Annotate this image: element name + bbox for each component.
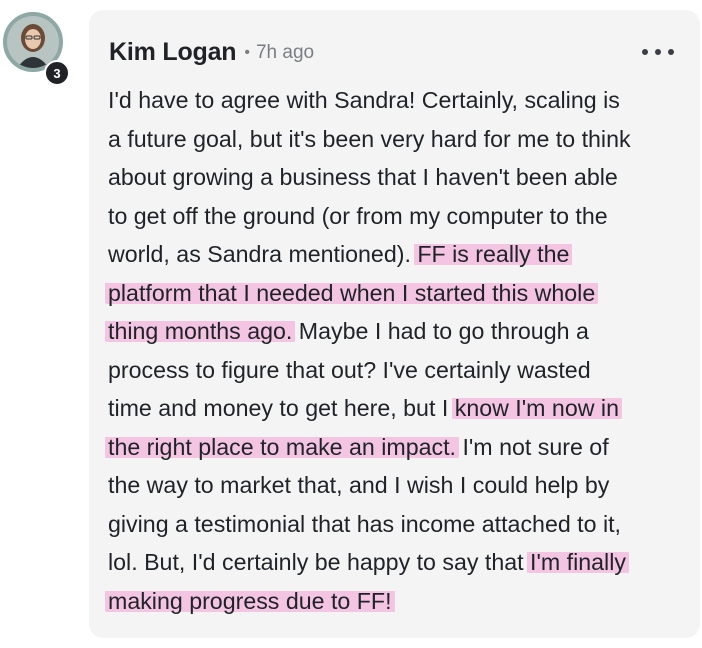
- highlighted-text: the right place to make an impact.: [105, 433, 459, 460]
- comment-text: giving a testimonial that has income att…: [108, 510, 621, 537]
- comment-text: to get off the ground (or from my comput…: [108, 202, 608, 229]
- comment-text: the way to market that, and I wish I cou…: [108, 472, 610, 498]
- comment-text: time and money to get here, but I: [108, 395, 455, 421]
- comment-line: the right place to make an impact. I'm n…: [105, 428, 700, 467]
- comment-header: Kim Logan • 7h ago: [109, 38, 314, 67]
- comment-text: about growing a business that I haven't …: [108, 164, 618, 190]
- comment-line: to get off the ground (or from my comput…: [108, 197, 700, 236]
- highlighted-text: making progress due to FF!: [105, 587, 395, 614]
- comment-line: process to figure that out? I've certain…: [108, 351, 700, 390]
- comment-text: a future goal, but it's been very hard f…: [108, 125, 631, 152]
- comment-line: world, as Sandra mentioned). FF is reall…: [108, 235, 700, 274]
- comment-text: Maybe I had to go through a: [292, 318, 589, 344]
- timestamp[interactable]: 7h ago: [256, 42, 314, 64]
- comment-line: I'd have to agree with Sandra! Certainly…: [108, 81, 700, 120]
- comment-line: giving a testimonial that has income att…: [108, 505, 700, 544]
- more-horizontal-icon-dot: [655, 49, 661, 55]
- comment-line: making progress due to FF!: [105, 582, 700, 621]
- highlighted-text: FF is really the: [414, 241, 573, 267]
- highlighted-text: platform that I needed when I started th…: [105, 279, 599, 306]
- highlighted-text: know I'm now in: [451, 395, 622, 421]
- comment-body: I'd have to agree with Sandra! Certainly…: [105, 81, 700, 621]
- more-options-button[interactable]: [642, 44, 674, 60]
- highlighted-text: I'm finally: [527, 549, 629, 575]
- comment-line: thing months ago. Maybe I had to go thro…: [105, 312, 700, 351]
- comment-line: the way to market that, and I wish I cou…: [108, 466, 700, 505]
- level-badge: 3: [44, 60, 70, 86]
- more-horizontal-icon: [642, 49, 648, 55]
- comment-line: lol. But, I'd certainly be happy to say …: [108, 543, 700, 582]
- comment-card: Kim Logan • 7h ago I'd have to agree wit…: [89, 10, 700, 638]
- author-avatar-container[interactable]: 3: [3, 12, 70, 86]
- author-name[interactable]: Kim Logan: [109, 38, 237, 67]
- comment-text: process to figure that out? I've certain…: [108, 356, 591, 383]
- more-horizontal-icon-dot: [668, 49, 674, 55]
- comment-text: I'm not sure of: [456, 433, 609, 460]
- highlighted-text: thing months ago.: [105, 318, 296, 344]
- comment-text: world, as Sandra mentioned).: [108, 241, 418, 267]
- comment-line: about growing a business that I haven't …: [108, 158, 700, 197]
- comment-text: lol. But, I'd certainly be happy to say …: [108, 549, 531, 575]
- separator-dot: •: [244, 43, 250, 61]
- comment-text: I'd have to agree with Sandra! Certainly…: [108, 87, 620, 113]
- comment-line: time and money to get here, but I know I…: [108, 389, 700, 428]
- comment-line: platform that I needed when I started th…: [105, 274, 700, 313]
- comment-line: a future goal, but it's been very hard f…: [108, 120, 700, 159]
